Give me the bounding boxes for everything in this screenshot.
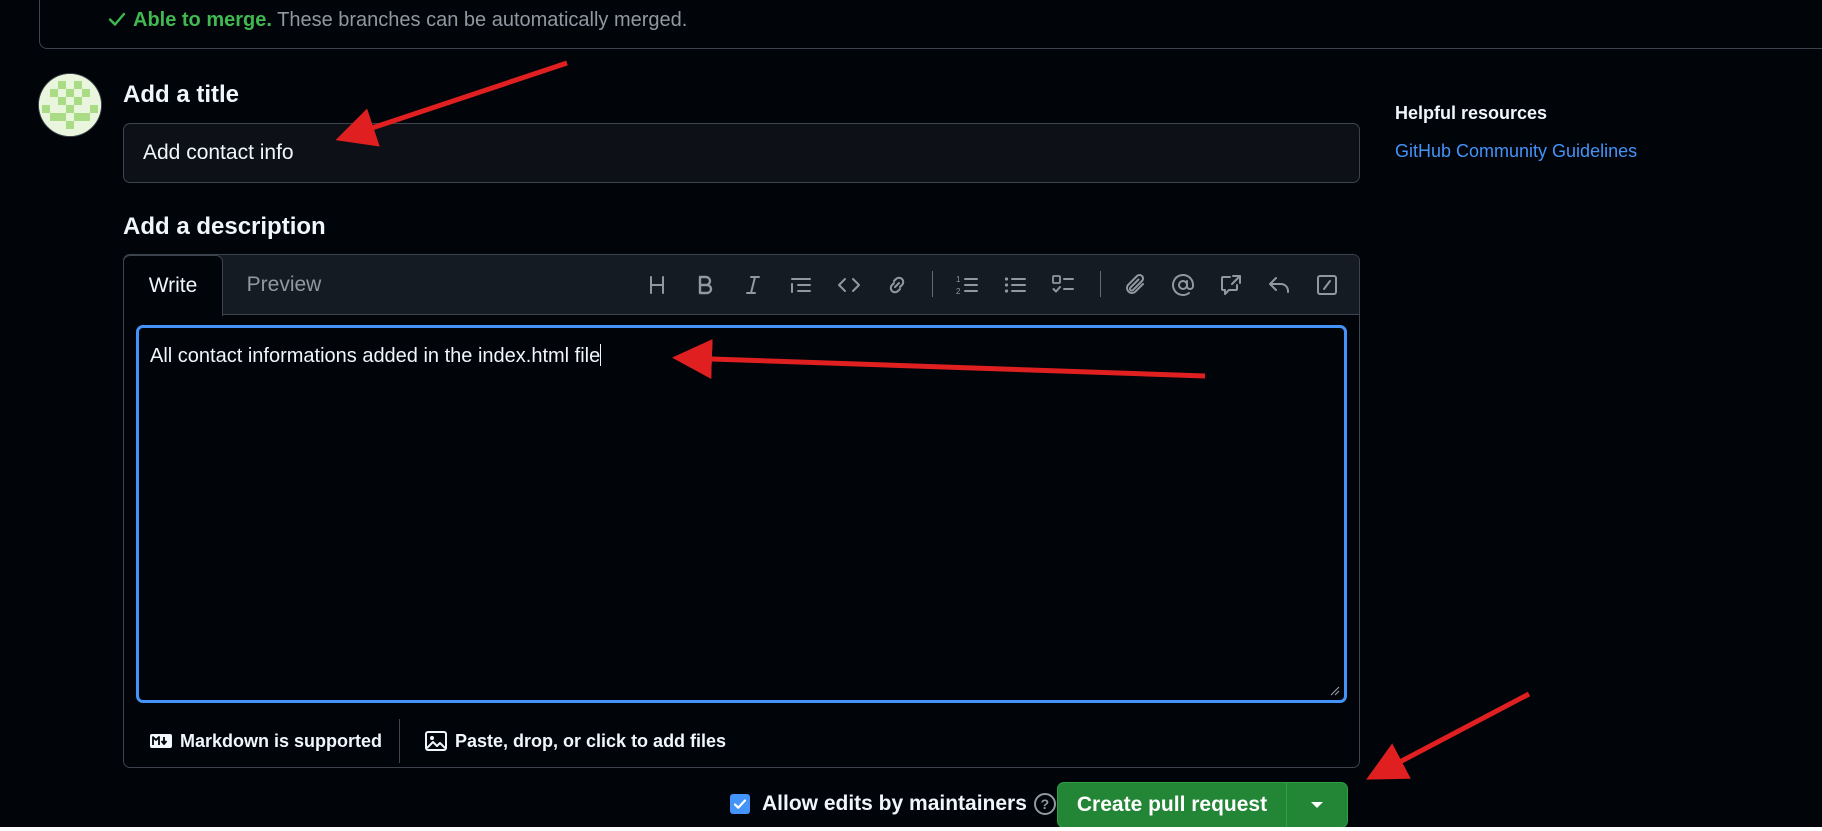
allow-edits-label: Allow edits by maintainers [762,792,1027,815]
italic-icon[interactable] [739,271,767,299]
markdown-supported-link[interactable]: Markdown is supported [149,715,382,767]
editor-tab-bar: Write Preview 12 [123,255,1359,316]
toolbar-divider [932,271,933,297]
text-caret [600,344,602,366]
title-input[interactable] [123,123,1360,183]
toolbar-divider [1100,271,1101,297]
merge-status-message: These branches can be automatically merg… [277,9,688,31]
markdown-icon [150,734,172,748]
pull-request-form-page: Able to merge. These branches can be aut… [0,0,1822,827]
numbered-list-icon[interactable]: 12 [953,271,981,299]
check-icon [108,12,126,26]
resize-grip-icon[interactable] [1328,684,1340,696]
tab-preview[interactable]: Preview [224,255,344,314]
community-guidelines-link[interactable]: GitHub Community Guidelines [1395,141,1637,162]
avatar[interactable] [39,74,101,136]
footer-divider [399,719,400,763]
create-pull-request-button[interactable]: Create pull request [1057,782,1287,827]
triangle-down-icon [1311,802,1323,808]
title-heading: Add a title [123,81,240,108]
heading-icon[interactable] [643,271,671,299]
help-question-icon[interactable]: ? [1033,793,1056,815]
description-heading: Add a description [123,213,326,240]
markdown-note: Markdown is supported [180,730,383,751]
allow-edits-checkbox[interactable] [730,794,750,814]
description-text: All contact informations added in the in… [150,345,601,367]
slash-command-icon[interactable] [1313,271,1341,299]
unordered-list-icon[interactable] [1001,271,1029,299]
description-editor: Write Preview 12 All contact information… [123,254,1360,768]
identicon-avatar-icon [39,74,101,136]
attach-note: Paste, drop, or click to add files [455,730,727,751]
tab-write[interactable]: Write [123,255,223,316]
allow-edits-row: Allow edits by maintainers ? [730,792,1056,816]
attach-icon[interactable] [1121,271,1149,299]
mention-icon[interactable] [1169,271,1197,299]
editor-footer: Markdown is supported Paste, drop, or cl… [124,715,1359,767]
create-options-dropdown-button[interactable] [1286,782,1348,827]
svg-text:1: 1 [956,275,961,284]
helpful-resources-heading: Helpful resources [1395,103,1548,123]
checkmark-icon [733,799,747,809]
description-textarea[interactable]: All contact informations added in the in… [136,325,1347,703]
bold-icon[interactable] [691,271,719,299]
code-icon[interactable] [835,271,863,299]
saved-reply-icon[interactable] [1265,271,1293,299]
attach-files-button[interactable]: Paste, drop, or click to add files [424,715,726,767]
image-icon [425,731,447,751]
merge-status-line: Able to merge. These branches can be aut… [107,9,687,32]
svg-text:2: 2 [956,287,961,296]
cross-reference-icon[interactable] [1217,271,1245,299]
quote-icon[interactable] [787,271,815,299]
task-list-icon[interactable] [1049,271,1077,299]
page-bottom-edge [0,827,1822,831]
merge-status-label: Able to merge. [133,9,272,31]
link-icon[interactable] [883,271,911,299]
